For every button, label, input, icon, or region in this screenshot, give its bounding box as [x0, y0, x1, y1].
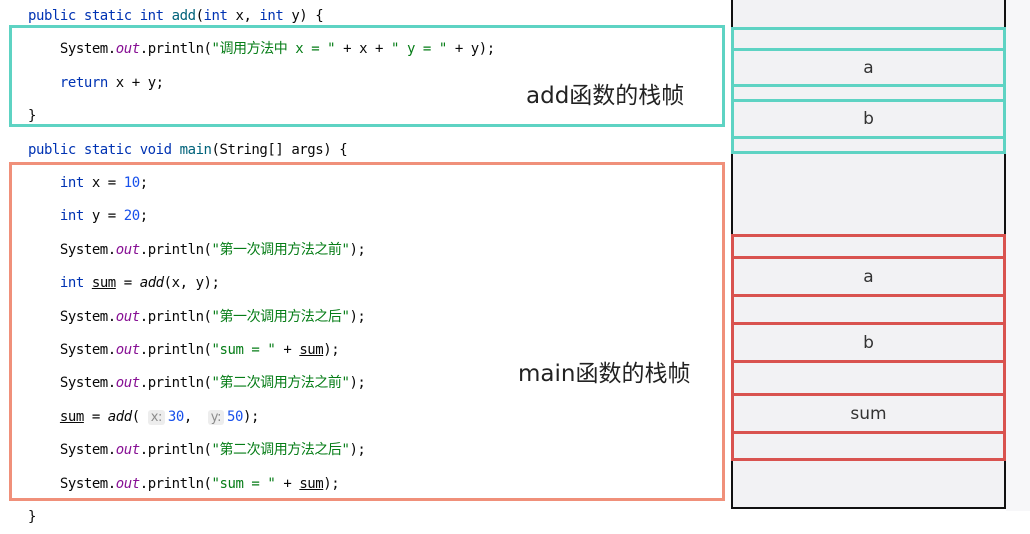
code-token: } — [28, 509, 36, 525]
code-token: int — [203, 8, 236, 24]
main-stack-slot — [731, 360, 1006, 396]
main-stack-slot: a — [731, 256, 1006, 297]
code-token: int — [259, 8, 292, 24]
code-token: x, — [235, 8, 260, 24]
add-stack-slot — [731, 136, 1006, 154]
main-stack-slot: sum — [731, 393, 1006, 434]
main-frame-box — [9, 162, 725, 501]
main-stack-slot — [731, 431, 1006, 461]
add-stack-slot: a — [731, 48, 1006, 87]
main-frame-label: main函数的栈帧 — [518, 361, 691, 387]
code-token: main — [179, 141, 212, 158]
add-stack-slot: b — [731, 99, 1006, 139]
background-strip — [1006, 0, 1030, 511]
code-token: public static void — [28, 141, 180, 158]
code-token: add — [171, 8, 196, 24]
code-token: public static int — [28, 8, 172, 24]
add-frame-label: add函数的栈帧 — [526, 83, 685, 109]
main-stack-slot — [731, 294, 1006, 325]
code-token: y) { — [291, 8, 324, 24]
code-token: ( — [195, 8, 204, 24]
code-token: (String[] args) { — [211, 141, 348, 158]
main-stack-slot: b — [731, 322, 1006, 363]
code-line: } — [28, 501, 36, 534]
